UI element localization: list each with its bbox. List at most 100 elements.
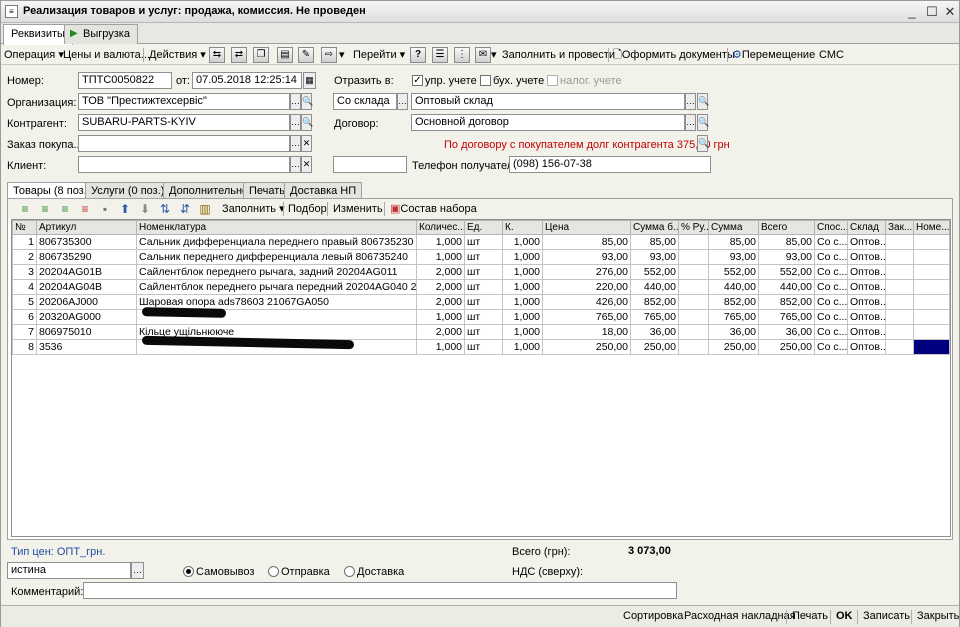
- table-cell[interactable]: Со с...: [814, 324, 848, 340]
- table-cell[interactable]: 1,000: [502, 294, 543, 310]
- table-cell[interactable]: 1: [12, 234, 37, 250]
- organization-select-icon[interactable]: …: [290, 93, 301, 110]
- table-cell[interactable]: [678, 279, 709, 295]
- tab-additional[interactable]: Дополнительно: [163, 182, 255, 199]
- table-cell[interactable]: 20206AJ000: [36, 294, 137, 310]
- contract-field[interactable]: Основной договор: [411, 114, 685, 131]
- table-cell[interactable]: 7: [12, 324, 37, 340]
- table-cell[interactable]: 250,00: [758, 339, 815, 355]
- comment-field[interactable]: [83, 582, 677, 599]
- save-icon[interactable]: ▤: [277, 47, 293, 63]
- date-field[interactable]: 07.05.2018 12:25:14: [192, 72, 302, 89]
- move-down-icon[interactable]: ⬇: [138, 202, 152, 216]
- warehouse-search-icon[interactable]: 🔍: [697, 93, 709, 110]
- counterparty-search-icon[interactable]: 🔍: [301, 114, 313, 131]
- table-cell[interactable]: 1,000: [416, 249, 465, 265]
- table-cell[interactable]: 250,00: [708, 339, 759, 355]
- pickup-radio[interactable]: [183, 566, 194, 577]
- accounting-checkbox[interactable]: [480, 75, 491, 86]
- edit-row-icon[interactable]: ≡: [58, 202, 72, 216]
- table-cell[interactable]: 1,000: [416, 234, 465, 250]
- table-cell[interactable]: 93,00: [758, 249, 815, 265]
- goto-menu[interactable]: Перейти ▾: [353, 47, 405, 63]
- table-row[interactable]: 3 20204AG01B Сайлентблок переднего рычага,…: [12, 264, 950, 280]
- sort-desc-icon[interactable]: ⇵: [178, 202, 192, 216]
- kit-button[interactable]: ▣Состав набора: [390, 201, 477, 217]
- table-cell[interactable]: 85,00: [630, 234, 679, 250]
- table-cell[interactable]: шт: [464, 264, 503, 280]
- table-cell[interactable]: 1,000: [416, 339, 465, 355]
- table-cell[interactable]: [678, 324, 709, 340]
- table-cell[interactable]: 2,000: [416, 294, 465, 310]
- table-cell[interactable]: Со с...: [814, 249, 848, 265]
- close-button[interactable]: Закрыть: [917, 610, 959, 622]
- table-row[interactable]: 1 806735300 Сальник дифференциала переднег…: [12, 234, 950, 250]
- calendar-icon[interactable]: ▦: [303, 72, 316, 89]
- barcode-icon[interactable]: ▥: [198, 202, 212, 216]
- table-cell[interactable]: 1,000: [416, 309, 465, 325]
- change-button[interactable]: Изменить: [333, 201, 383, 217]
- table-cell[interactable]: 806975010: [36, 324, 137, 340]
- table-cell[interactable]: Оптов...: [847, 294, 886, 310]
- column-header[interactable]: Цена: [542, 220, 631, 235]
- table-cell[interactable]: Сайлентблок переднего рычага, задний 202…: [136, 264, 417, 280]
- table-cell[interactable]: 852,00: [630, 294, 679, 310]
- edit-icon[interactable]: ✎: [298, 47, 314, 63]
- tab-delivery-np[interactable]: Доставка НП: [284, 182, 363, 199]
- client-select-icon[interactable]: …: [290, 156, 301, 173]
- table-cell[interactable]: 36,00: [708, 324, 759, 340]
- table-cell[interactable]: 5: [12, 294, 37, 310]
- table-cell[interactable]: [913, 249, 950, 265]
- table-cell[interactable]: 1,000: [502, 279, 543, 295]
- sms-button[interactable]: СМС: [819, 47, 844, 63]
- table-cell[interactable]: [885, 264, 914, 280]
- column-header[interactable]: Количес...: [416, 220, 465, 235]
- table-cell[interactable]: Со с...: [814, 234, 848, 250]
- table-cell[interactable]: 2,000: [416, 324, 465, 340]
- table-cell[interactable]: 552,00: [758, 264, 815, 280]
- column-header[interactable]: №: [12, 220, 37, 235]
- tab-requisites[interactable]: Реквизиты: [3, 24, 73, 45]
- table-cell[interactable]: 85,00: [542, 234, 631, 250]
- table-cell[interactable]: Оптов...: [847, 339, 886, 355]
- table-cell[interactable]: Оптов...: [847, 249, 886, 265]
- value-select-icon[interactable]: …: [131, 562, 144, 579]
- table-cell[interactable]: 3: [12, 264, 37, 280]
- close-icon[interactable]: ✕: [941, 3, 959, 20]
- ok-button[interactable]: OK: [836, 610, 853, 622]
- help-button[interactable]: ?: [410, 47, 426, 63]
- table-cell[interactable]: 2,000: [416, 264, 465, 280]
- make-documents-button[interactable]: 🗋Оформить документы: [613, 47, 735, 63]
- order-select-icon[interactable]: …: [290, 135, 301, 152]
- column-header[interactable]: % Ру...: [678, 220, 709, 235]
- add-row-icon[interactable]: ≡: [18, 202, 32, 216]
- table-cell[interactable]: шт: [464, 234, 503, 250]
- table-cell[interactable]: [678, 264, 709, 280]
- end-edit-icon[interactable]: ▪: [98, 202, 112, 216]
- column-header[interactable]: Ед.: [464, 220, 503, 235]
- table-cell[interactable]: [885, 324, 914, 340]
- table-cell[interactable]: 20204AG04B: [36, 279, 137, 295]
- table-cell[interactable]: 552,00: [708, 264, 759, 280]
- column-header[interactable]: Сумма: [708, 220, 759, 235]
- delivery-radio[interactable]: [344, 566, 355, 577]
- warehouse-select-icon[interactable]: …: [685, 93, 696, 110]
- table-cell[interactable]: 93,00: [708, 249, 759, 265]
- table-cell[interactable]: Со с...: [814, 309, 848, 325]
- table-cell[interactable]: шт: [464, 309, 503, 325]
- table-cell[interactable]: Со с...: [814, 279, 848, 295]
- table-row[interactable]: 4 20204AG04B Сайлентблок переднего рычага …: [12, 279, 950, 295]
- maximize-icon[interactable]: ☐: [923, 3, 941, 20]
- goods-table[interactable]: № Артикул Номенклатура Количес... Ед. К. Цена С…: [11, 219, 951, 537]
- table-cell[interactable]: 765,00: [708, 309, 759, 325]
- table-cell[interactable]: 806735290: [36, 249, 137, 265]
- warehouse-field[interactable]: Оптовый склад: [411, 93, 685, 110]
- table-cell[interactable]: Со с...: [814, 294, 848, 310]
- table-cell[interactable]: шт: [464, 339, 503, 355]
- invoice-button[interactable]: Расходная накладная: [684, 610, 796, 622]
- table-cell[interactable]: 36,00: [630, 324, 679, 340]
- order-field[interactable]: [78, 135, 290, 152]
- table-cell[interactable]: 1,000: [502, 264, 543, 280]
- order-clear-icon[interactable]: ✕: [301, 135, 312, 152]
- table-cell[interactable]: 6: [12, 309, 37, 325]
